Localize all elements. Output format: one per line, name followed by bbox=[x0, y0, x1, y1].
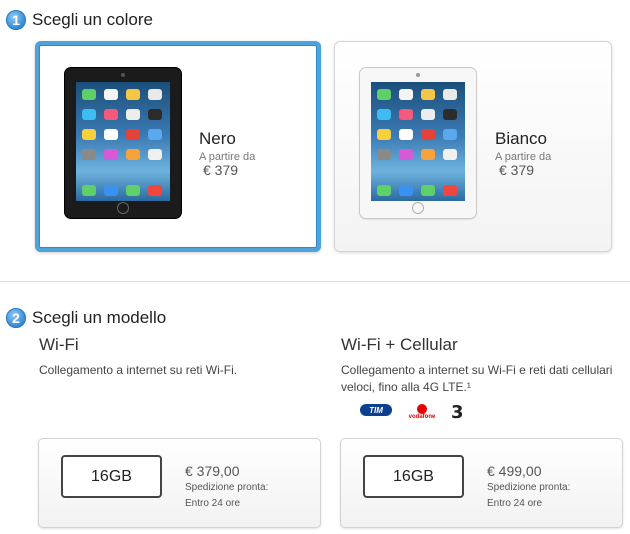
ipad-white-image bbox=[360, 68, 476, 218]
ipad-screen bbox=[76, 82, 170, 201]
color-price: € 379 bbox=[203, 162, 239, 178]
step-number-badge: 1 bbox=[6, 10, 26, 30]
color-option-white[interactable]: Bianco A partire da € 379 bbox=[334, 41, 612, 252]
capacity-button[interactable]: 16GB bbox=[363, 455, 464, 498]
step-number-badge: 2 bbox=[6, 308, 26, 328]
shipping-time: Entro 24 ore bbox=[185, 498, 241, 509]
step-title: Scegli un modello bbox=[32, 308, 167, 327]
ipad-black-image bbox=[65, 68, 181, 218]
description-line: Collegamento a internet su Wi-Fi e reti … bbox=[341, 363, 613, 377]
three-logo: 3 bbox=[451, 402, 464, 423]
ipad-screen bbox=[371, 82, 465, 201]
shipping-time: Entro 24 ore bbox=[487, 498, 543, 509]
step-1-header: 1 Scegli un colore bbox=[6, 10, 153, 30]
model-option-wifi-16gb[interactable]: 16GB € 379,00 Spedizione pronta: Entro 2… bbox=[38, 438, 321, 528]
description-line: veloci, fino alla 4G LTE.¹ bbox=[341, 380, 471, 394]
shipping-label: Spedizione pronta: bbox=[487, 482, 571, 493]
color-price: € 379 bbox=[499, 162, 535, 178]
camera-icon bbox=[121, 73, 125, 77]
option-price: € 379,00 bbox=[185, 463, 240, 479]
model-description-wifi: Collegamento a internet su reti Wi-Fi. bbox=[39, 363, 238, 377]
model-option-cellular-16gb[interactable]: 16GB € 499,00 Spedizione pronta: Entro 2… bbox=[340, 438, 623, 528]
section-divider bbox=[0, 281, 630, 282]
step-title: Scegli un colore bbox=[32, 10, 153, 29]
capacity-button[interactable]: 16GB bbox=[61, 455, 162, 498]
option-price: € 499,00 bbox=[487, 463, 542, 479]
tim-logo: TIM bbox=[360, 404, 392, 416]
home-button-icon bbox=[412, 202, 424, 214]
color-name: Bianco bbox=[495, 129, 547, 148]
home-button-icon bbox=[117, 202, 129, 214]
color-name: Nero bbox=[199, 129, 236, 148]
model-description-cellular: Collegamento a internet su Wi-Fi e reti … bbox=[341, 362, 612, 396]
model-title-wifi: Wi-Fi bbox=[39, 335, 79, 354]
camera-icon bbox=[416, 73, 420, 77]
color-option-black[interactable]: Nero A partire da € 379 bbox=[35, 41, 321, 252]
shipping-label: Spedizione pronta: bbox=[185, 482, 269, 493]
model-title-cellular: Wi-Fi + Cellular bbox=[341, 335, 458, 354]
step-2-header: 2 Scegli un modello bbox=[6, 308, 166, 328]
vodafone-logo: vodafone bbox=[407, 404, 437, 422]
